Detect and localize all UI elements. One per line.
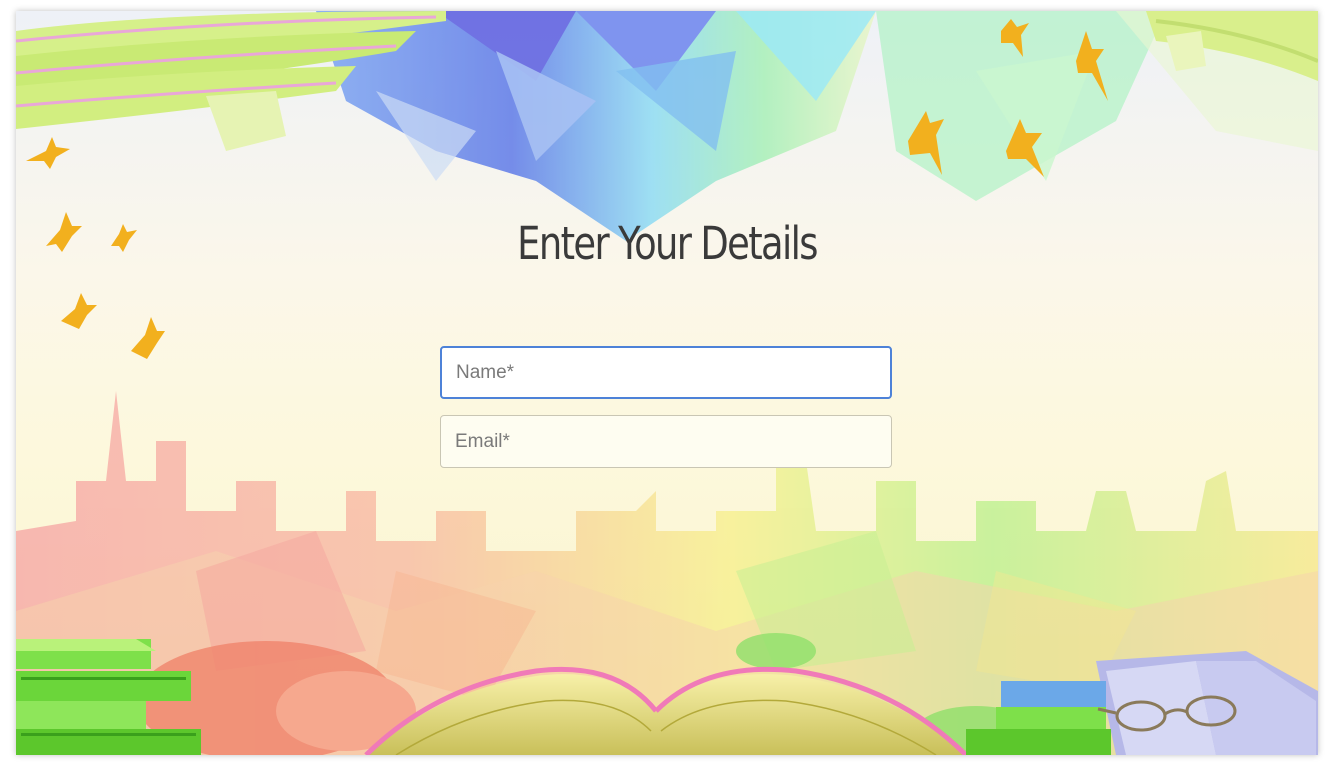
- page-title: Enter Your Details: [517, 217, 818, 270]
- name-field[interactable]: [440, 346, 892, 399]
- form-page: Enter Your Details: [16, 11, 1318, 755]
- form-container: Enter Your Details: [16, 11, 1318, 755]
- email-field[interactable]: [440, 415, 892, 468]
